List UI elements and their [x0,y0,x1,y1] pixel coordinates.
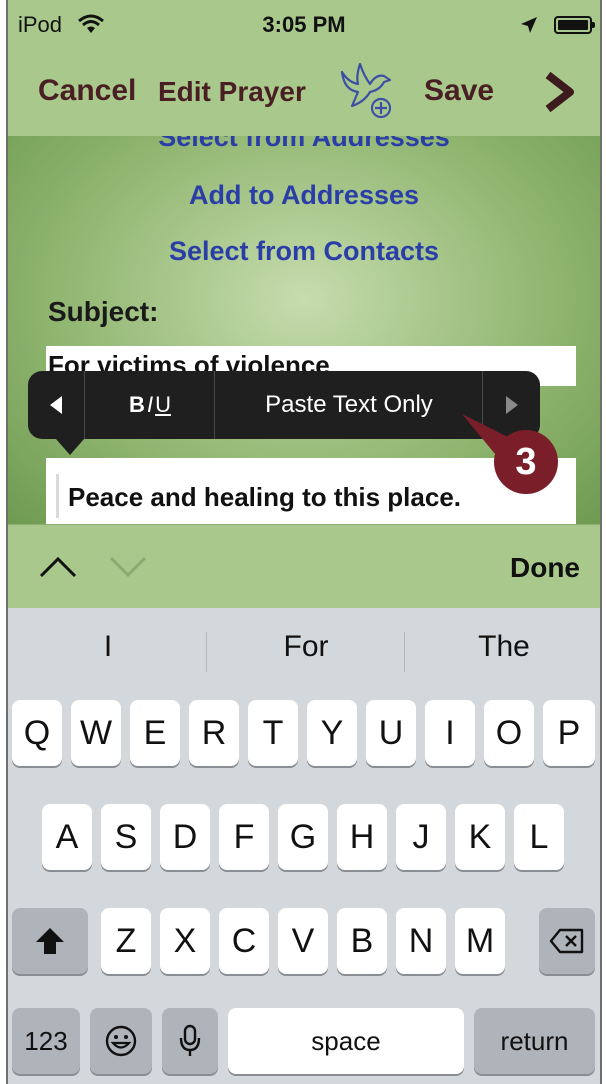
select-from-contacts-link[interactable]: Select from Contacts [8,236,600,267]
add-to-addresses-link[interactable]: Add to Addresses [8,180,600,211]
suggestion-item[interactable]: For [206,630,406,664]
text-caret [56,474,59,518]
key-u[interactable]: U [366,700,416,766]
space-key[interactable]: space [228,1008,464,1074]
shift-arrow-icon [36,928,64,954]
chevron-down-icon[interactable] [108,555,148,584]
battery-icon [554,16,595,34]
key-k[interactable]: K [455,804,505,870]
key-c[interactable]: C [219,908,269,974]
step-callout: 3 [494,430,558,494]
key-a[interactable]: A [42,804,92,870]
key-z[interactable]: Z [101,908,151,974]
cancel-button[interactable]: Cancel [38,74,136,108]
keyboard: I For The Q W E R T Y U I O P A S D F G … [8,608,600,1084]
italic-glyph: I [146,392,154,417]
chevron-right-icon[interactable] [542,71,576,117]
dictation-key[interactable] [162,1008,218,1074]
subject-label: Subject: [48,296,159,327]
done-button[interactable]: Done [510,552,580,584]
select-from-addresses-link[interactable]: Select from Addresses [8,136,600,153]
prayer-body-text: Peace and healing to this place. [68,482,462,512]
shift-key[interactable] [12,908,88,974]
add-dove-icon[interactable] [334,62,396,127]
key-j[interactable]: J [396,804,446,870]
numbers-key[interactable]: 123 [12,1008,80,1074]
microphone-icon [179,1024,201,1056]
emoji-icon [105,1025,137,1057]
app-screen: iPod 3:05 PM Cancel Edit Prayer Save Sel… [6,0,602,1084]
return-key[interactable]: return [474,1008,595,1074]
key-r[interactable]: R [189,700,239,766]
triangle-left-icon [50,396,62,414]
key-x[interactable]: X [160,908,210,974]
menu-pointer [56,439,84,455]
backspace-icon [549,928,584,954]
suggestion-item[interactable]: I [8,630,208,664]
key-e[interactable]: E [130,700,180,766]
status-bar: iPod 3:05 PM [8,0,600,46]
key-n[interactable]: N [396,908,446,974]
format-biu-button[interactable]: B I U [84,371,215,439]
menu-previous-button[interactable] [28,371,84,439]
key-y[interactable]: Y [307,700,357,766]
status-time: 3:05 PM [262,12,346,37]
key-g[interactable]: G [278,804,328,870]
key-i[interactable]: I [425,700,475,766]
location-arrow-icon [520,16,538,39]
suggestion-bar: I For The [8,608,600,690]
key-b[interactable]: B [337,908,387,974]
bold-glyph: B [129,392,145,417]
underline-glyph: U [155,392,171,417]
paste-text-only-button[interactable]: Paste Text Only [214,371,483,439]
save-button[interactable]: Save [424,74,494,108]
suggestion-item[interactable]: The [404,630,600,664]
delete-key[interactable] [539,908,595,974]
chevron-up-icon[interactable] [38,555,78,584]
emoji-key[interactable] [90,1008,152,1074]
key-s[interactable]: S [101,804,151,870]
keyboard-toolbar: Done [8,524,600,609]
key-w[interactable]: W [71,700,121,766]
key-m[interactable]: M [455,908,505,974]
key-l[interactable]: L [514,804,564,870]
key-f[interactable]: F [219,804,269,870]
key-v[interactable]: V [278,908,328,974]
navigation-bar: Cancel Edit Prayer Save [8,46,600,136]
key-h[interactable]: H [337,804,387,870]
key-d[interactable]: D [160,804,210,870]
key-o[interactable]: O [484,700,534,766]
key-q[interactable]: Q [12,700,62,766]
key-t[interactable]: T [248,700,298,766]
key-p[interactable]: P [543,700,595,766]
page-title: Edit Prayer [158,76,306,107]
